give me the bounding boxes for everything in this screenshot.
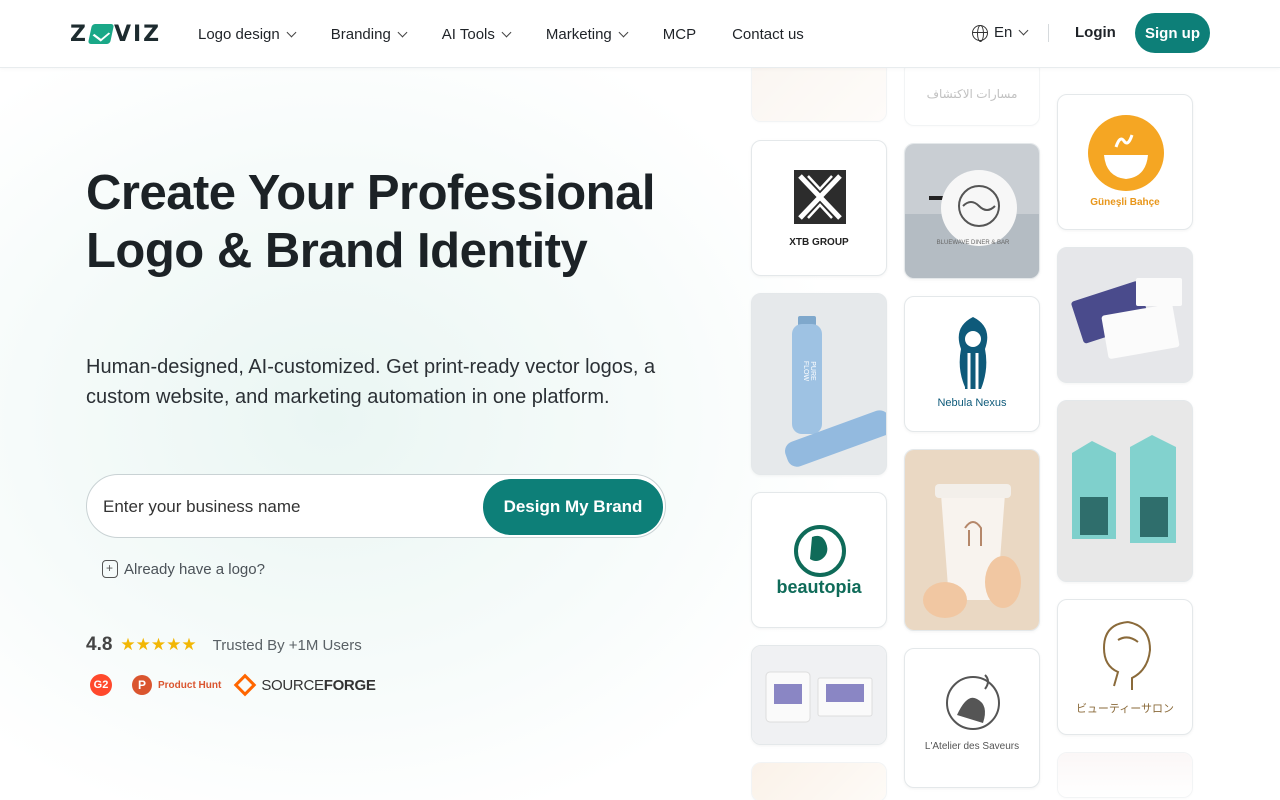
header-divider <box>1048 24 1049 42</box>
gallery-card-arabic[interactable]: مسارات الاكتشاف <box>904 60 1040 126</box>
gallery-card-candles[interactable] <box>751 645 887 745</box>
sourceforge-label: SOURCEFORGE <box>261 676 376 694</box>
design-my-brand-button[interactable]: Design My Brand <box>483 479 663 535</box>
nav-label: Branding <box>330 25 391 43</box>
gunesli-caption: Güneşli Bahçe <box>1090 197 1160 208</box>
xtb-caption: XTB GROUP <box>789 237 849 248</box>
nav-label: MCP <box>662 25 697 43</box>
hero-subtitle: Human-designed, AI-customized. Get print… <box>86 356 656 408</box>
language-selector[interactable]: En <box>972 24 1029 42</box>
business-cards-icon <box>1058 248 1192 382</box>
chevron-down-icon <box>618 27 629 37</box>
gallery-card-bottom-1 <box>751 762 887 800</box>
nav-marketing[interactable]: Marketing <box>545 25 629 43</box>
globe-icon <box>972 24 988 42</box>
gallery-card-salon[interactable]: ビューティーサロン <box>1057 599 1193 735</box>
nav-branding[interactable]: Branding <box>330 25 408 43</box>
logo-mark-icon <box>87 24 115 44</box>
trusted-text: Trusted By +1M Users <box>212 636 362 654</box>
nav-logo-design[interactable]: Logo design <box>198 25 297 43</box>
arabic-caption: مسارات الاكتشاف <box>926 87 1018 101</box>
rating-value: 4.8 <box>86 634 113 655</box>
nav-label: Contact us <box>732 25 804 43</box>
water-bottle-icon <box>752 294 886 474</box>
business-name-input[interactable] <box>103 491 463 523</box>
nav-label: Marketing <box>545 25 612 43</box>
nav-contact[interactable]: Contact us <box>732 26 804 43</box>
chevron-down-icon <box>501 27 512 37</box>
sourceforge-icon <box>234 673 257 697</box>
upload-doc-icon <box>102 560 118 578</box>
main-nav: Logo design Branding AI Tools Marketing … <box>198 0 840 68</box>
product-hunt-badge[interactable]: P Product Hunt <box>132 675 221 695</box>
chevron-down-icon <box>1018 25 1029 36</box>
signup-button[interactable]: Sign up <box>1135 13 1210 53</box>
nebula-caption: Nebula Nexus <box>937 397 1007 409</box>
gallery-card-business-cards[interactable] <box>1057 247 1193 383</box>
product-hunt-icon: P <box>132 675 152 695</box>
gallery-card-bluewave[interactable]: BLUEWAVE DINER & BAR <box>904 143 1040 279</box>
atelier-chef-logo-icon <box>946 674 1000 730</box>
salon-caption: ビューティーサロン <box>1075 703 1175 715</box>
gunesli-bahce-logo-icon <box>1088 115 1164 191</box>
gallery-card-nebula[interactable]: Nebula Nexus <box>904 296 1040 432</box>
candle-product-icon <box>752 646 886 744</box>
coffee-bag-icon <box>1058 401 1192 581</box>
gallery-card-beautopia[interactable]: beautopia <box>751 492 887 628</box>
sourceforge-badge[interactable]: SOURCEFORGE <box>234 673 376 697</box>
nebula-nexus-logo-icon <box>958 317 988 389</box>
site-header: Z VIZ Logo design Branding AI Tools Mark… <box>0 0 1280 68</box>
language-label: En <box>994 24 1013 41</box>
nav-label: AI Tools <box>441 25 495 43</box>
coffee-cup-icon <box>905 450 1039 630</box>
gallery-card-coffee-bags[interactable] <box>1057 400 1193 582</box>
atelier-caption: L'Atelier des Saveurs <box>924 741 1020 752</box>
gallery-card-bottle[interactable]: PURE FLOW <box>751 293 887 475</box>
nav-ai-tools[interactable]: AI Tools <box>441 25 512 43</box>
gallery-card-cup[interactable] <box>904 449 1040 631</box>
zoviz-logo[interactable]: Z VIZ <box>70 21 162 47</box>
rating-row: 4.8 ★★★★★ Trusted By +1M Users <box>86 634 362 656</box>
xtb-logo-icon <box>794 170 846 224</box>
product-hunt-label: Product Hunt <box>158 679 222 691</box>
bottle-caption: PURE FLOW <box>802 360 816 382</box>
gallery-card-gunesli[interactable]: Güneşli Bahçe <box>1057 94 1193 230</box>
gallery-card-xtb[interactable]: XTB GROUP <box>751 140 887 276</box>
gallery-card-top-1 <box>751 60 887 122</box>
bluewave-caption: BLUEWAVE DINER & BAR <box>936 240 1010 246</box>
logo-text-left: Z <box>70 21 88 47</box>
g2-logo-icon[interactable]: G2 <box>90 674 112 696</box>
already-have-logo-label: Already have a logo? <box>124 560 265 578</box>
gallery-card-bottom-3 <box>1057 752 1193 798</box>
chevron-down-icon <box>397 27 408 37</box>
hero-title: Create Your Professional Logo & Brand Id… <box>86 166 655 278</box>
logo-text-right: VIZ <box>113 21 162 47</box>
beautopia-logo-icon <box>794 525 846 577</box>
nav-mcp[interactable]: MCP <box>663 26 696 43</box>
bluewave-sign-icon <box>905 144 1039 278</box>
business-name-form: Design My Brand <box>86 474 666 538</box>
already-have-logo-link[interactable]: Already have a logo? <box>102 560 265 578</box>
nav-label: Logo design <box>198 25 280 43</box>
gallery-card-atelier[interactable]: L'Atelier des Saveurs <box>904 648 1040 788</box>
star-rating-icon: ★★★★★ <box>120 635 197 654</box>
review-badges: G2 P Product Hunt SOURCEFORGE <box>90 673 376 697</box>
chevron-down-icon <box>286 27 297 37</box>
login-link[interactable]: Login <box>1075 24 1116 41</box>
beautopia-caption: beautopia <box>776 577 862 597</box>
